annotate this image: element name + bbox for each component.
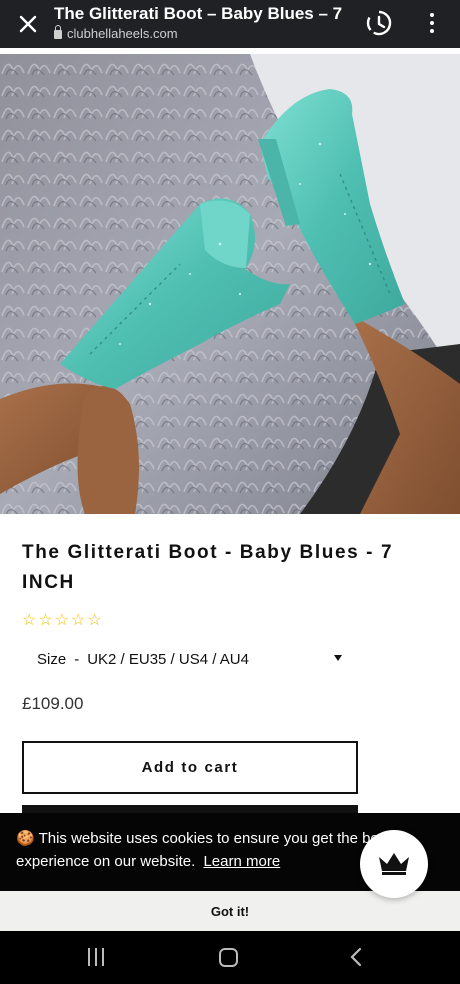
url-bar[interactable]: clubhellaheels.com	[54, 25, 178, 41]
size-separator: -	[74, 650, 80, 668]
size-select[interactable]: Size - UK2 / EU35 / US4 / AU4	[22, 646, 352, 672]
learn-more-link[interactable]: Learn more	[203, 853, 280, 870]
browser-toolbar: The Glitterati Boot – Baby Blues – 7 clu…	[0, 0, 460, 48]
page-title: The Glitterati Boot – Baby Blues – 7	[54, 4, 343, 23]
rating-stars[interactable]: ☆ ☆ ☆ ☆ ☆	[22, 612, 102, 630]
close-button[interactable]	[14, 10, 42, 38]
history-icon	[366, 10, 392, 36]
size-value: UK2 / EU35 / US4 / AU4	[87, 650, 249, 668]
history-button[interactable]	[364, 8, 394, 38]
rewards-button[interactable]	[360, 830, 428, 898]
product-price: £109.00	[22, 694, 84, 713]
lock-icon	[54, 25, 62, 39]
nav-recents-icon[interactable]	[88, 948, 104, 966]
star-outline-icon: ☆	[38, 612, 53, 629]
star-outline-icon: ☆	[87, 612, 102, 629]
more-options-button[interactable]	[420, 8, 444, 38]
caret-down-icon	[334, 655, 342, 661]
star-outline-icon: ☆	[54, 612, 70, 629]
nav-home-icon[interactable]	[219, 948, 238, 967]
nav-back-icon[interactable]	[349, 947, 363, 967]
close-icon	[19, 15, 37, 33]
url-text: clubhellaheels.com	[67, 26, 178, 41]
product-image[interactable]	[0, 54, 460, 514]
system-nav-bar	[0, 931, 460, 984]
product-title: The Glitterati Boot - Baby Blues - 7 INC…	[22, 542, 394, 593]
size-label: Size	[37, 650, 67, 668]
add-to-cart-button[interactable]: Add to cart	[22, 741, 358, 794]
crown-icon	[379, 853, 409, 875]
boots-photo	[0, 54, 460, 514]
more-vert-icon	[430, 13, 434, 17]
star-outline-icon: ☆	[71, 612, 86, 629]
star-outline-icon: ☆	[22, 612, 37, 629]
